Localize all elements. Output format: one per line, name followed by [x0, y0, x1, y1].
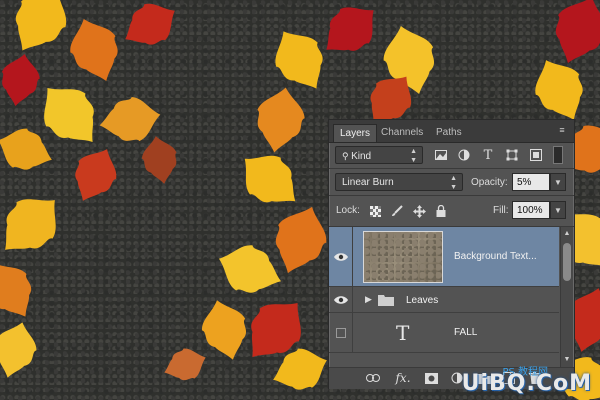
watermark-logo: UiBQ.CoM [461, 371, 592, 396]
panel-tab-bar: Layers Channels Paths ≡ [329, 120, 574, 143]
scroll-down-icon[interactable]: ▼ [561, 355, 573, 365]
folder-icon [378, 295, 394, 306]
opacity-field[interactable]: 5% [512, 173, 550, 191]
blend-mode-select[interactable]: Linear Burn ▲ ▼ [335, 173, 463, 191]
filter-kind-select[interactable]: ⚲ Kind ▲ ▼ [335, 146, 423, 164]
visibility-cell[interactable] [329, 313, 353, 352]
fill-field[interactable]: 100% [512, 201, 550, 219]
layer-name[interactable]: Leaves [406, 295, 438, 306]
visibility-cell[interactable] [329, 287, 353, 312]
eye-icon[interactable] [334, 295, 348, 305]
layers-scrollbar[interactable]: ▲ ▼ [560, 227, 573, 367]
hidden-visibility-box[interactable] [336, 328, 346, 338]
lock-image-icon[interactable] [389, 203, 405, 219]
layers-panel: Layers Channels Paths ≡ ⚲ Kind ▲ ▼ T Line… [328, 119, 575, 389]
tab-paths[interactable]: Paths [430, 124, 468, 142]
filter-toggle-icon[interactable] [553, 146, 563, 164]
smart-object-filter-icon[interactable] [528, 147, 544, 163]
layer-row-leaves[interactable]: ▶ Leaves [329, 287, 559, 313]
image-filter-icon[interactable] [433, 147, 449, 163]
eye-icon[interactable] [334, 252, 348, 262]
layer-name[interactable]: Background Text... [454, 251, 537, 262]
scroll-thumb[interactable] [563, 243, 571, 281]
select-arrows-icon: ▲ ▼ [410, 148, 417, 164]
lock-row: Lock: Fill: 100% ▼ [329, 196, 574, 226]
opacity-label: Opacity: [471, 177, 508, 188]
search-icon: ⚲ [342, 151, 352, 161]
filter-kind-value: Kind [351, 151, 372, 162]
shape-filter-icon[interactable] [504, 147, 520, 163]
filter-row: ⚲ Kind ▲ ▼ T [329, 142, 574, 168]
tab-layers[interactable]: Layers [333, 124, 378, 142]
fill-label: Fill: [493, 205, 509, 216]
scroll-up-icon[interactable]: ▲ [561, 229, 573, 239]
expand-triangle-icon[interactable]: ▶ [365, 294, 372, 305]
layer-name[interactable]: FALL [454, 327, 477, 338]
layer-row-background-texture[interactable]: Background Text... [329, 227, 559, 287]
lock-label: Lock: [336, 205, 360, 216]
lock-transparent-icon[interactable] [367, 203, 383, 219]
tab-channels[interactable]: Channels [375, 124, 429, 142]
link-icon[interactable] [365, 370, 381, 386]
fx-icon[interactable]: fx. [393, 370, 413, 386]
type-layer-icon: T [396, 321, 410, 345]
opacity-dropdown-icon[interactable]: ▼ [550, 173, 566, 191]
panel-menu-icon[interactable]: ≡ [556, 125, 568, 135]
adjustment-filter-icon[interactable] [456, 147, 472, 163]
lock-all-icon[interactable] [433, 203, 449, 219]
fill-dropdown-icon[interactable]: ▼ [550, 201, 566, 219]
blend-mode-value: Linear Burn [342, 177, 394, 188]
type-filter-icon[interactable]: T [480, 147, 496, 163]
layer-thumbnail [363, 231, 443, 283]
layer-row-fall[interactable]: T FALL [329, 313, 559, 353]
lock-position-icon[interactable] [411, 203, 427, 219]
blend-row: Linear Burn ▲ ▼ Opacity: 5% ▼ [329, 169, 574, 195]
mask-icon[interactable] [423, 370, 439, 386]
select-arrows-icon: ▲ ▼ [450, 175, 457, 191]
visibility-cell[interactable] [329, 227, 353, 286]
